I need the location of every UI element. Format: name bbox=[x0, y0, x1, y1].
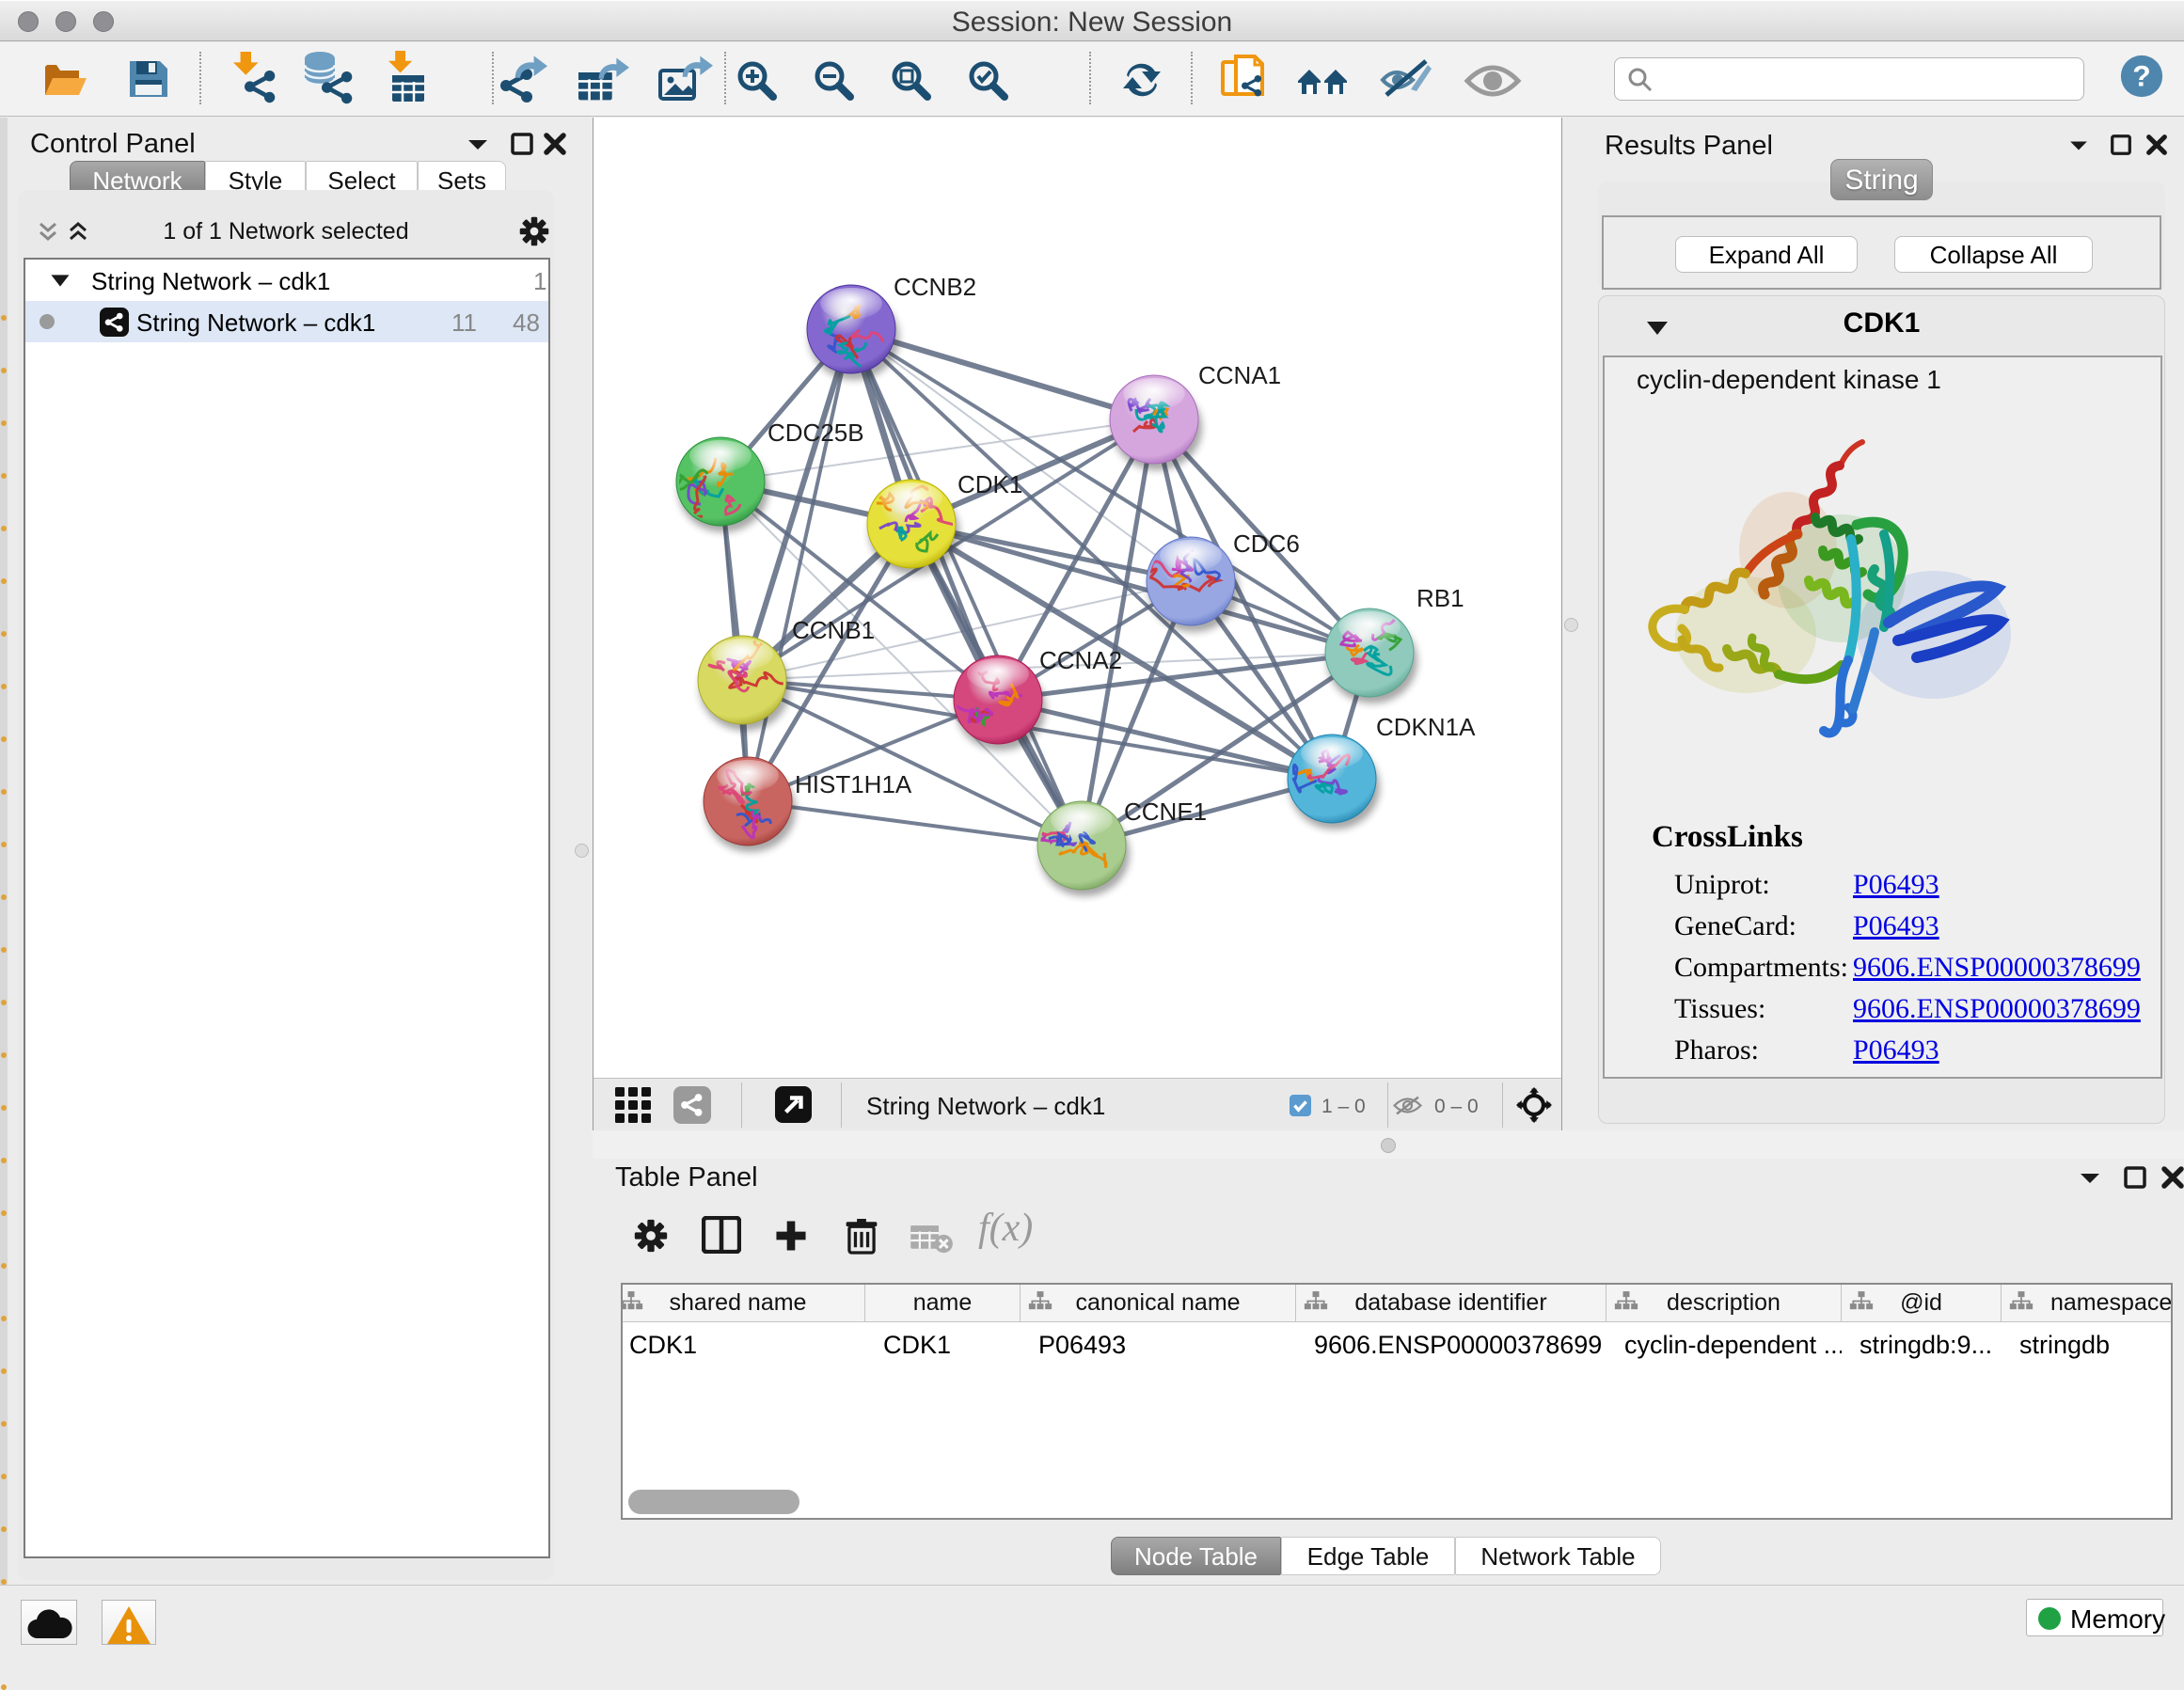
svg-text:?: ? bbox=[2132, 59, 2150, 93]
